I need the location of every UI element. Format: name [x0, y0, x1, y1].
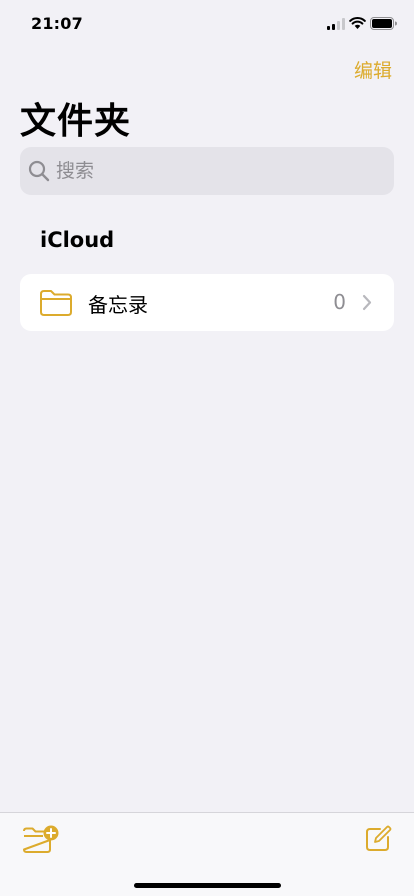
- folder-list: 备忘录 0: [20, 274, 394, 331]
- home-indicator[interactable]: [134, 883, 281, 888]
- page-title: 文件夹: [20, 101, 132, 142]
- wifi-icon: [349, 16, 366, 29]
- compose-icon[interactable]: [364, 825, 392, 853]
- search-bar[interactable]: [20, 147, 394, 195]
- new-folder-icon[interactable]: [22, 825, 60, 855]
- status-time: 21:07: [31, 14, 83, 33]
- folder-row-notes[interactable]: 备忘录 0: [20, 274, 394, 331]
- cellular-signal-icon: [327, 18, 345, 30]
- folder-name: 备忘录: [88, 293, 148, 317]
- chevron-right-icon: [362, 294, 372, 311]
- edit-button[interactable]: 编辑: [354, 56, 392, 83]
- folder-count: 0: [333, 290, 346, 314]
- folder-icon: [40, 290, 72, 316]
- section-header-icloud[interactable]: iCloud: [40, 228, 114, 252]
- bottom-toolbar: [0, 812, 414, 896]
- search-input[interactable]: [56, 147, 386, 195]
- search-icon: [28, 160, 50, 182]
- battery-icon: [370, 17, 397, 30]
- status-bar: 21:07: [0, 0, 414, 48]
